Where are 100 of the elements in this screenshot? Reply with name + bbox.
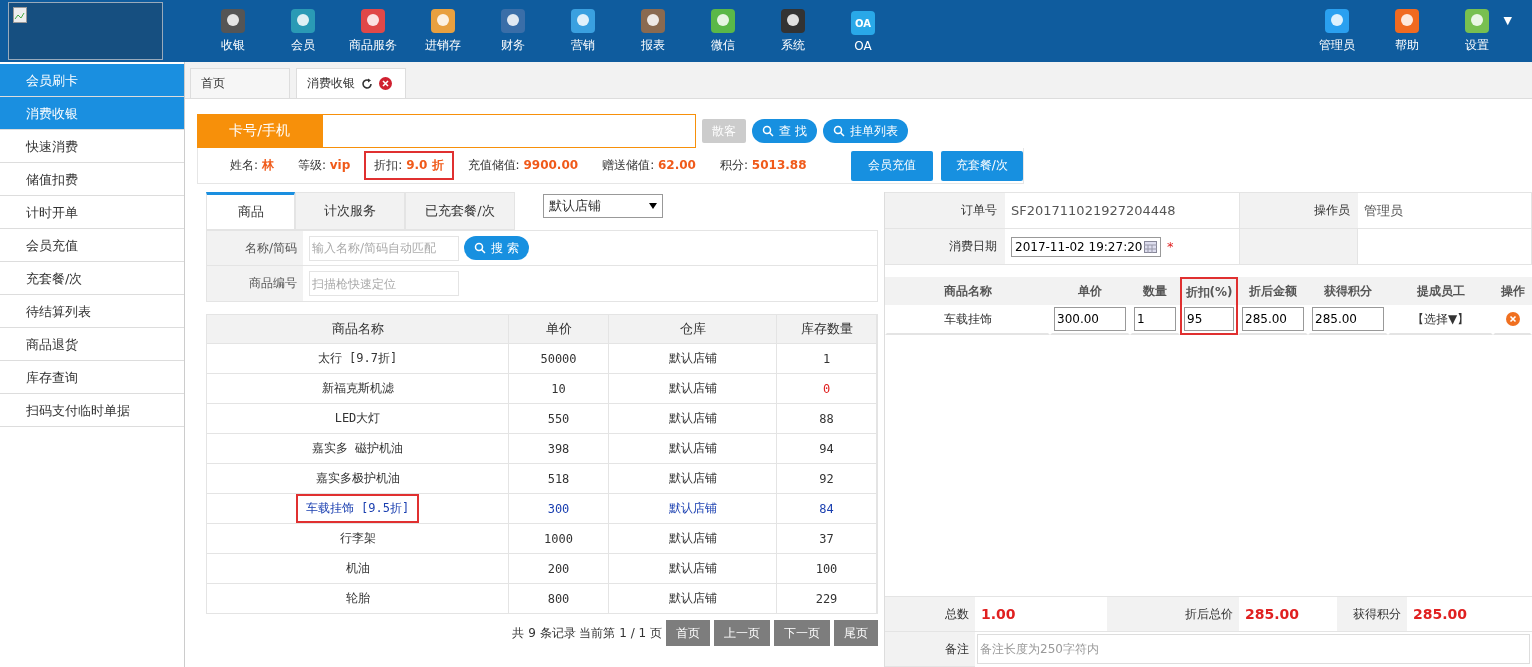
total-label: 折后总价 [1107, 597, 1239, 632]
page-button[interactable]: 尾页 [834, 620, 878, 646]
total-value: 285.00 [1407, 597, 1532, 632]
dropdown-caret[interactable]: ▼ [1503, 14, 1512, 27]
field-label: 消费日期 [885, 229, 1005, 265]
table-cell: 默认店铺 [668, 380, 717, 397]
member-info-field: 充值储值: 9900.00 [457, 151, 589, 180]
table-cell: 默认店铺 [668, 410, 717, 427]
member-info-field: 等级: vip [287, 151, 361, 180]
table-cell[interactable]: 轮胎 [335, 584, 380, 613]
table-cell: 默认店铺 [668, 530, 717, 547]
column-header: 折扣(%) [1180, 277, 1238, 305]
column-header: 折后金额 [1238, 277, 1308, 305]
table-cell[interactable]: 太行 [9.7折] [307, 344, 408, 373]
column-header: 单价 [1050, 277, 1130, 305]
table-cell[interactable]: 机油 [335, 554, 380, 583]
nav-item[interactable]: 系统 [758, 0, 828, 62]
amount-input[interactable]: 285.00 [1242, 307, 1304, 331]
filter-label: 名称/简码 [207, 231, 303, 265]
staff-select[interactable]: 【选择▼】 [1411, 310, 1470, 328]
table-cell[interactable]: 车载挂饰 [9.5折] [295, 494, 420, 523]
nav-item[interactable]: 设置 ▼ [1442, 0, 1512, 62]
price-input[interactable]: 300.00 [1054, 307, 1126, 331]
member-info-field: 折扣: 9.0 折 [364, 151, 454, 180]
panel-tab[interactable]: 已充套餐/次 [405, 192, 515, 230]
nav-item[interactable]: 报表 [618, 0, 688, 62]
search-icon [832, 125, 845, 137]
store-select[interactable]: 默认店铺 [543, 194, 663, 218]
column-header: 操作 [1493, 277, 1532, 305]
table-cell: 92 [819, 471, 834, 486]
date-field[interactable]: 2017-11-02 19:27:20 [1011, 236, 1161, 257]
nav-item[interactable]: 财务 [478, 0, 548, 62]
table-cell: 默认店铺 [668, 350, 717, 367]
delete-icon[interactable] [1505, 312, 1520, 326]
table-cell: 800 [547, 591, 570, 606]
table-cell: 37 [819, 531, 834, 546]
nav-item[interactable]: 帮助 [1372, 0, 1442, 62]
nav-item[interactable]: 微信 [688, 0, 758, 62]
table-cell: 100 [815, 561, 838, 576]
page-button[interactable]: 首页 [666, 620, 710, 646]
table-cell[interactable]: 嘉实多 磁护机油 [301, 434, 414, 463]
nav-item[interactable]: OA OA [828, 0, 898, 62]
table-cell: 200 [547, 561, 570, 576]
table-cell[interactable]: 嘉实多极护机油 [305, 464, 410, 493]
table-cell: 88 [819, 411, 834, 426]
column-header: 获得积分 [1308, 277, 1388, 305]
filter-input[interactable]: 扫描枪快速定位 [309, 271, 459, 296]
remark-field[interactable]: 备注长度为250字符内 [977, 634, 1530, 664]
nav-item[interactable]: 营销 [548, 0, 618, 62]
table-cell: 518 [547, 471, 570, 486]
oa-icon: OA [850, 9, 876, 36]
nav-item[interactable]: 管理员 [1302, 0, 1372, 62]
discount-input[interactable]: 95 [1184, 307, 1234, 331]
table-cell: 车载挂饰 [943, 310, 992, 328]
refresh-icon[interactable] [361, 77, 373, 90]
field-label: 订单号 [885, 193, 1005, 229]
search-icon [474, 242, 486, 254]
table-cell: 94 [819, 441, 834, 456]
search-icon [762, 125, 774, 137]
required-mark: * [1167, 239, 1174, 254]
member-info-field: 姓名: 林 [220, 151, 284, 180]
card-label: 卡号/手机 [197, 114, 322, 148]
nav-item[interactable]: 商品服务 [338, 0, 408, 62]
table-cell[interactable]: 新福克斯机滤 [311, 374, 404, 403]
page-tab[interactable]: 消费收银 [296, 68, 406, 98]
points-input[interactable]: 285.00 [1312, 307, 1384, 331]
page-button[interactable]: 上一页 [714, 620, 770, 646]
table-cell: 229 [815, 591, 838, 606]
table-cell: 550 [547, 411, 570, 426]
table-cell[interactable]: 行李架 [329, 524, 386, 553]
nav-item[interactable]: 会员 [268, 0, 338, 62]
column-header: 仓库 [609, 315, 777, 343]
table-cell: 默认店铺 [668, 560, 717, 577]
table-cell: 0 [822, 381, 831, 396]
quantity-input[interactable]: 1 [1134, 307, 1176, 331]
card-input[interactable] [322, 114, 696, 148]
member-info-field: 积分: 5013.88 [709, 151, 817, 180]
nav-item[interactable]: 进销存 [408, 0, 478, 62]
column-header: 数量 [1130, 277, 1180, 305]
table-cell: 默认店铺 [668, 470, 717, 487]
field-label: 操作员 [1240, 193, 1358, 229]
table-cell: 默认店铺 [668, 590, 717, 607]
column-header: 单价 [509, 315, 609, 343]
table-cell: 10 [551, 381, 566, 396]
page-button[interactable]: 下一页 [774, 620, 830, 646]
filter-label: 商品编号 [207, 266, 303, 301]
panel-tab[interactable]: 计次服务 [295, 192, 405, 230]
table-cell: 1000 [544, 531, 573, 546]
calendar-icon[interactable] [1144, 240, 1157, 253]
page-tab[interactable]: 首页 [190, 68, 290, 98]
close-icon[interactable] [379, 77, 392, 90]
table-cell: 50000 [540, 351, 577, 366]
total-label: 总数 [885, 597, 975, 632]
nav-item[interactable]: 收银 [198, 0, 268, 62]
page-summary: 共 9 条记录 当前第 1 / 1 页 [512, 624, 662, 642]
filter-input[interactable]: 输入名称/简码自动匹配 [309, 235, 459, 261]
caret-icon [649, 203, 657, 209]
table-cell: 398 [547, 441, 570, 456]
panel-tab[interactable]: 商品 [206, 192, 295, 230]
table-cell[interactable]: LED大灯 [324, 404, 391, 433]
